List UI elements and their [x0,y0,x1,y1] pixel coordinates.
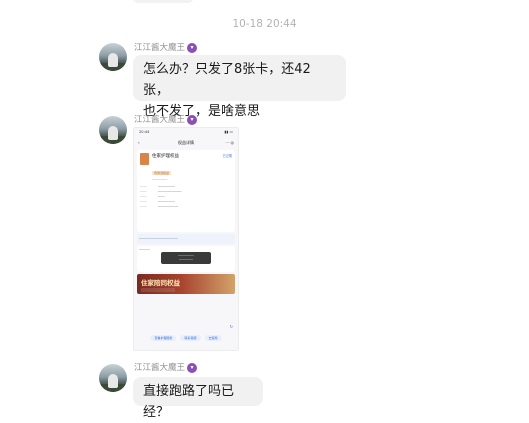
phone-header: ‹ 权益详情 ⋯ ◎ [134,138,238,148]
back-arrow-icon: ‹ [138,140,140,145]
detail-rows: ──── ────────── ──── ────────────── ──── ──… [140,184,182,208]
phone-page-title: 权益详情 [178,140,194,145]
sender-name: 江江酱大魔王 ▾ [134,113,198,125]
benefit-link: 已过期 [222,154,232,158]
avatar[interactable] [99,116,127,144]
sender-name-text: 江江酱大魔王 [134,43,186,53]
devil-emoji-icon: ▾ [187,42,198,53]
avatar[interactable] [99,43,127,71]
refresh-icon: ↻ [229,324,233,329]
sender-name-text: 江江酱大魔王 [134,115,186,125]
empty-area: ↻ [134,296,238,332]
sender-name-text: 江江酱大魔王 [134,363,186,373]
benefit-badge: 待激活权益 [152,171,172,175]
detail-section: ────── ────────── ───────── [137,246,235,272]
status-time: 20:44 [139,130,150,134]
sender-name: 江江酱大魔王 ▾ [134,361,198,373]
benefit-name: 住家护理权益 [152,154,179,159]
timestamp: 10-18 20:44 [232,18,297,30]
message-line: 直接跑路了吗已经？ [143,384,235,420]
phone-action-buttons: 查看护理服务 联系客服 去使用 [134,332,238,344]
screenshot-image-message[interactable]: 20:44 ▮▮ ▭ ‹ 权益详情 ⋯ ◎ 住家护理权益 待激活权益 ─────… [133,127,239,351]
message-bubble[interactable]: 怎么办？只发了8张卡，还42张， 也不发了，是啥意思 [133,55,346,119]
sender-name: 江江酱大魔王 ▾ [134,41,198,53]
phone-status-bar: 20:44 ▮▮ ▭ [134,128,238,138]
previous-message-bubble [133,0,193,3]
banner-subtitle [141,288,175,292]
banner-title: 住家陪同权益 [141,279,180,287]
phone-button: 查看护理服务 [150,335,177,341]
message-line: 怎么办？只发了8张卡，还42张， [143,62,311,98]
benefit-card: 住家护理权益 待激活权益 ──────── 已过期 ──── ──────────… [137,150,235,232]
promo-banner: 住家陪同权益 [137,274,235,294]
phone-button: 联系客服 [180,335,201,341]
signal-battery-icon: ▮▮ ▭ [224,130,234,134]
message-bubble[interactable]: 直接跑路了吗已经？ [133,377,263,420]
devil-emoji-icon: ▾ [187,362,198,373]
benefit-subtext: ──────── [152,178,168,182]
product-thumbnail [140,153,149,165]
toast-tooltip: ────────── ───────── [161,252,211,264]
avatar[interactable] [99,364,127,392]
notice-strip: ─────────────────────── [137,234,235,244]
phone-button: 去使用 [204,335,222,341]
more-icon: ⋯ ◎ [225,140,234,145]
devil-emoji-icon: ▾ [187,114,198,125]
